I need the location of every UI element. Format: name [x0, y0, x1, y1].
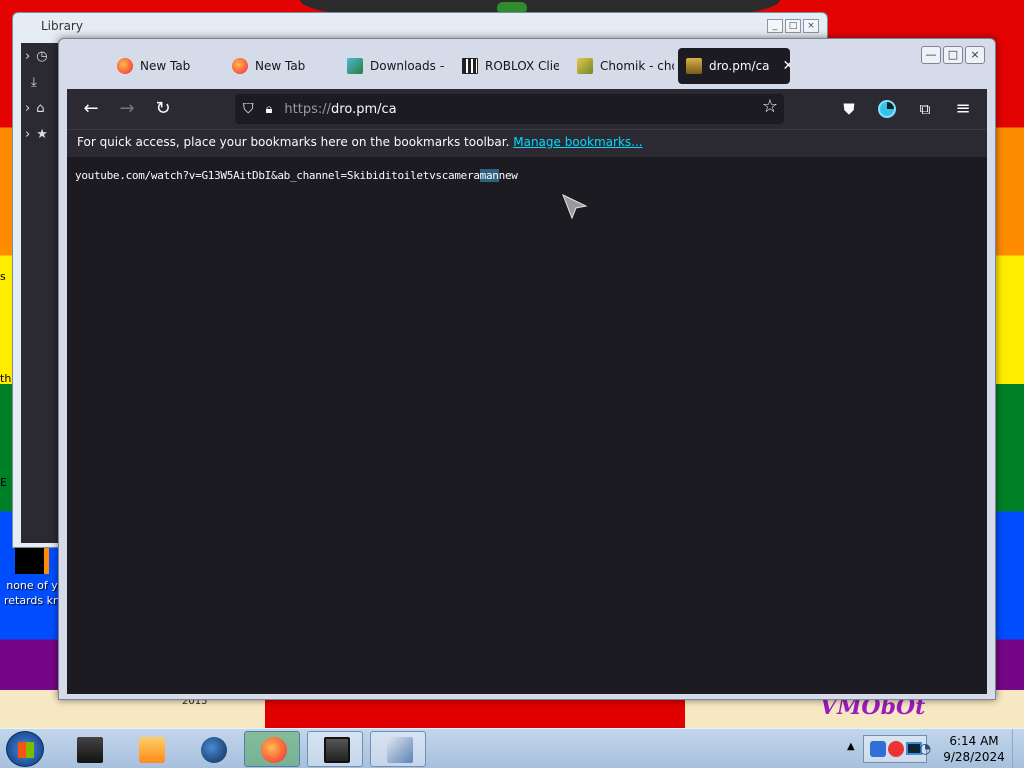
taskbar-app-media-player[interactable]: [122, 731, 178, 767]
taskbar-app-network[interactable]: [184, 731, 240, 767]
tab-new-tab-2[interactable]: New Tab: [214, 48, 329, 84]
desktop-shortcut-icon[interactable]: [15, 546, 49, 574]
lock-icon[interactable]: 🔒︎: [266, 102, 273, 117]
tab-label: New Tab: [255, 59, 306, 73]
shield-icon[interactable]: ⛉: [243, 101, 254, 117]
clock[interactable]: 6:14 AM 9/28/2024: [935, 733, 1013, 765]
account-icon[interactable]: [869, 93, 905, 125]
taskbar-app-firefox[interactable]: [244, 731, 300, 767]
maximize-button[interactable]: □: [785, 19, 801, 33]
downloads-icon: [347, 58, 363, 74]
clock-time: 6:14 AM: [949, 734, 999, 748]
pocket-icon[interactable]: ⛊: [831, 93, 867, 125]
minimize-button[interactable]: —: [921, 46, 941, 64]
chevron-up-icon[interactable]: ▲: [847, 741, 855, 752]
text-selection: man: [479, 169, 499, 182]
taskbar-app-window[interactable]: [307, 731, 363, 767]
firefox-icon: [117, 58, 133, 74]
firefox-window-controls: — □ ×: [921, 46, 985, 64]
tab-new-tab-1[interactable]: New Tab: [99, 48, 214, 84]
show-desktop-button[interactable]: [1012, 729, 1024, 768]
close-button[interactable]: ×: [965, 46, 985, 64]
clock-icon: ◷: [36, 48, 48, 64]
tab-downloads[interactable]: Downloads –: [329, 48, 444, 84]
minimize-button[interactable]: _: [767, 19, 783, 33]
tab-dropm-active[interactable]: dro.pm/ca ✕: [678, 48, 790, 84]
start-button[interactable]: [6, 731, 44, 767]
mouse-pointer-icon: [562, 194, 588, 220]
windows-logo-icon: [18, 742, 34, 758]
tab-label: Chomik - cho: [600, 59, 674, 73]
hamburger-menu-icon[interactable]: ≡: [945, 93, 981, 125]
back-arrow-icon[interactable]: ←: [73, 93, 109, 125]
tab-roblox[interactable]: ROBLOX Clie: [444, 48, 559, 84]
desktop-text-fragment: E: [0, 476, 7, 489]
clock-date: 9/28/2024: [943, 750, 1005, 764]
navigation-toolbar: ← → ↻ ⛉ 🔒︎ https://dro.pm/ca ☆ ⛊ ⧉ ≡: [67, 89, 987, 129]
bookmarks-toolbar: For quick access, place your bookmarks h…: [67, 129, 987, 157]
desktop-shortcut-label[interactable]: none of y retards kn: [2, 578, 62, 608]
chevron-right-icon: ›: [25, 126, 31, 142]
chevron-right-icon: ›: [25, 48, 31, 64]
page-text[interactable]: youtube.com/watch?v=G13W5AitDbI&ab_chann…: [75, 169, 518, 182]
manage-bookmarks-link[interactable]: Manage bookmarks...: [513, 135, 642, 149]
bookmark-star-icon[interactable]: ☆: [762, 96, 778, 117]
tag-icon: ⌂: [36, 100, 45, 116]
tab-label: New Tab: [140, 59, 191, 73]
firefox-window[interactable]: New Tab New Tab Downloads – ROBLOX Clie …: [58, 38, 996, 700]
taskbar-app-terminal[interactable]: [60, 731, 116, 767]
toolbar-right-buttons: ⛊ ⧉ ≡: [831, 93, 981, 125]
close-tab-icon[interactable]: ✕: [783, 58, 790, 74]
library-window-controls: _ □ ×: [767, 19, 819, 33]
chevron-right-icon: ›: [25, 100, 31, 116]
star-icon: ★: [36, 126, 48, 142]
extensions-puzzle-icon[interactable]: ⧉: [907, 93, 943, 125]
close-button[interactable]: ×: [803, 19, 819, 33]
tray-active-icons[interactable]: [863, 735, 927, 763]
chomik-icon: [577, 58, 593, 74]
url-text[interactable]: https://dro.pm/ca: [284, 102, 396, 117]
download-icon: ⤓: [31, 74, 37, 90]
page-content[interactable]: youtube.com/watch?v=G13W5AitDbI&ab_chann…: [67, 157, 987, 694]
desktop-text-fragment: th: [0, 372, 12, 385]
network-icon[interactable]: ◔: [919, 741, 931, 757]
taskbar: ▲ ◔ 6:14 AM 9/28/2024: [0, 728, 1024, 768]
tab-strip: New Tab New Tab Downloads – ROBLOX Clie …: [99, 48, 790, 84]
firefox-icon: [232, 58, 248, 74]
desktop-text-fragment: s: [0, 270, 6, 283]
museum-icon: [462, 58, 478, 74]
tab-label: ROBLOX Clie: [485, 59, 559, 73]
reload-icon[interactable]: ↻: [145, 93, 181, 125]
bookmarks-hint: For quick access, place your bookmarks h…: [77, 135, 510, 149]
taskbar-app-installer[interactable]: [370, 731, 426, 767]
tab-label: Downloads –: [370, 59, 444, 73]
tab-chomik[interactable]: Chomik - cho: [559, 48, 674, 84]
maximize-button[interactable]: □: [943, 46, 963, 64]
url-bar[interactable]: ⛉ 🔒︎ https://dro.pm/ca ☆: [235, 94, 784, 124]
forward-arrow-icon[interactable]: →: [109, 93, 145, 125]
tab-label: dro.pm/ca: [709, 59, 770, 73]
dropm-icon: [686, 58, 702, 74]
